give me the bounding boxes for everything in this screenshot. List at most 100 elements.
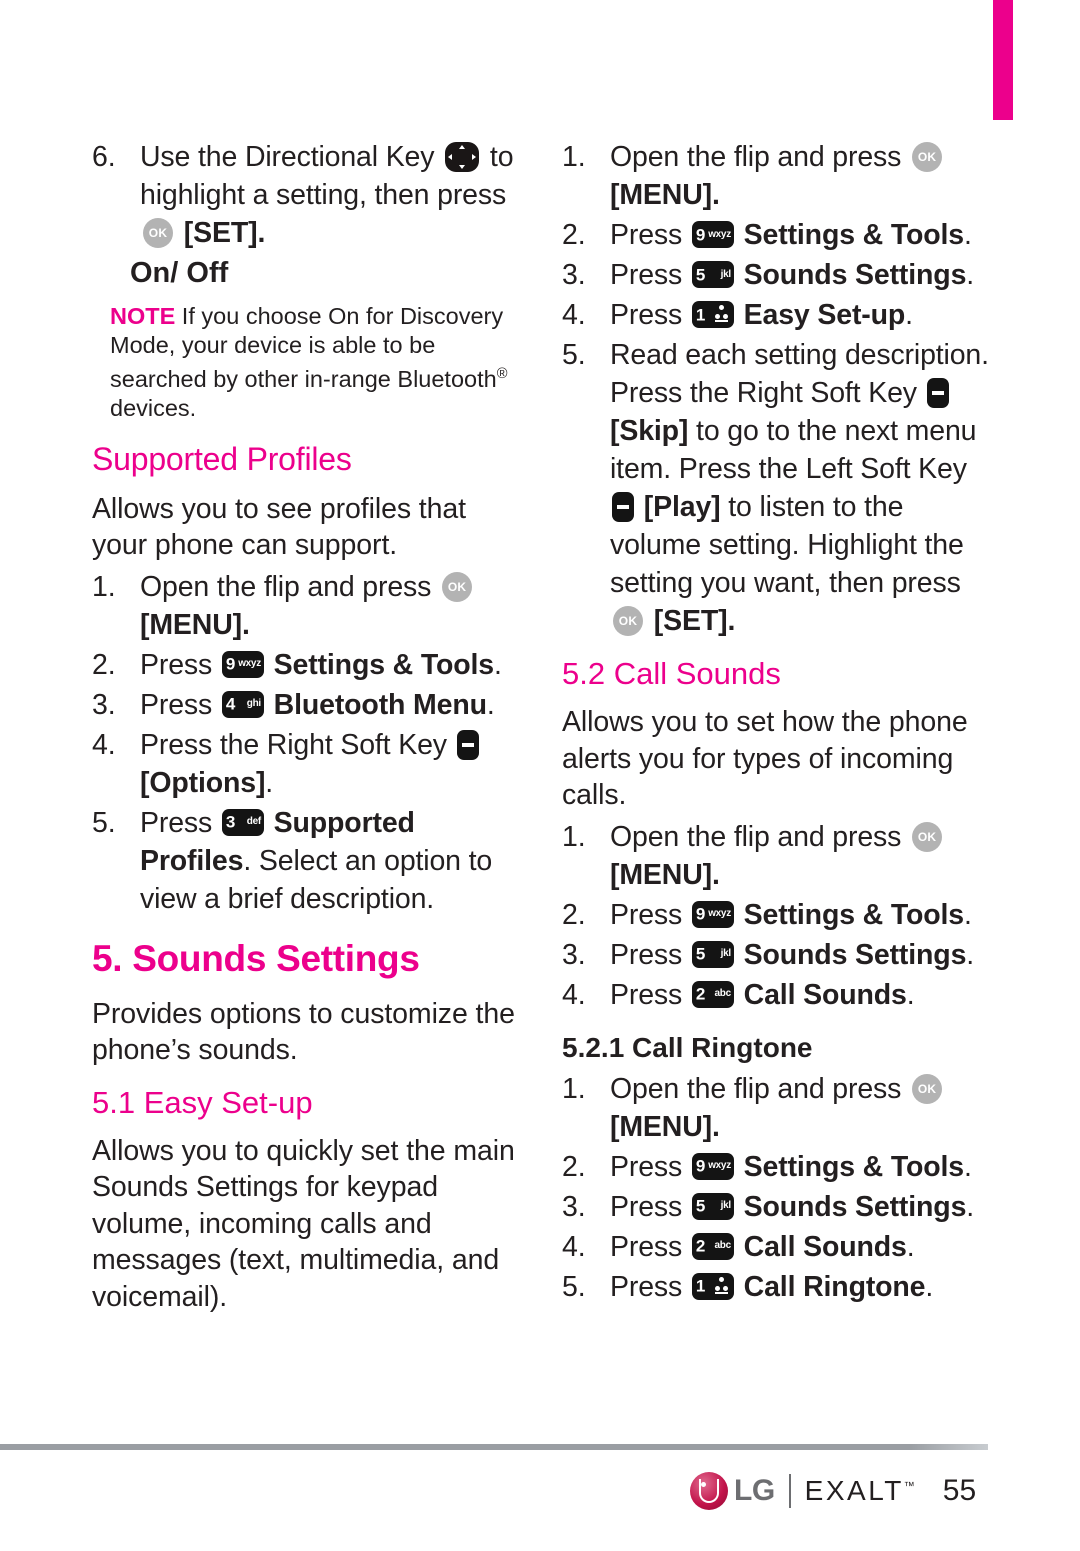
step-bold: Settings & Tools <box>273 648 494 681</box>
step-bold: Bluetooth Menu <box>273 688 487 721</box>
left-column: 6. Use the Directional Key to highlight a… <box>92 138 522 1319</box>
registered-mark: ® <box>496 366 508 382</box>
note-block: NOTE If you choose On for Discovery Mode… <box>92 302 522 423</box>
step-bold: Sounds Settings <box>743 259 967 291</box>
call-sounds-body: Allows you to set how the phone alerts y… <box>562 706 968 811</box>
step-post: . <box>966 1190 975 1223</box>
step-number: 4. <box>562 978 586 1011</box>
keypad-4-icon: 4 ghi <box>221 690 264 718</box>
step-number: 1. <box>562 141 586 173</box>
step-text: Press <box>610 259 683 291</box>
step-post: . <box>906 1230 915 1263</box>
right-column: 1. Open the flip and press [MENU]. 2. Pres… <box>562 138 992 1308</box>
note-label: NOTE <box>110 303 176 329</box>
easy-setup-heading: 5.1 Easy Set-up <box>92 1084 313 1120</box>
step-number: 5. <box>92 806 116 839</box>
list-item: 3. Press 5 jkl Sounds Settings. <box>562 1188 992 1226</box>
list-item: 1. Open the flip and press [MENU]. <box>562 1070 992 1146</box>
product-name-text: EXALT™ <box>804 1475 915 1506</box>
call-ringtone-steps: 1. Open the flip and press [MENU]. 2. Pres… <box>562 1070 992 1306</box>
list-item: 2. Press 9 wxyz Settings & Tools. <box>92 646 522 684</box>
step-number: 3. <box>562 259 586 291</box>
step-text: Press <box>140 806 213 839</box>
call-sounds-heading: 5.2 Call Sounds <box>562 656 781 691</box>
list-item: 5. Press 3 def Supported Profiles. Select … <box>92 804 522 918</box>
step-number: 2. <box>562 1150 586 1183</box>
step-number: 3. <box>562 938 586 971</box>
directional-key-icon <box>445 142 480 172</box>
keypad-9-icon: 9 wxyz <box>221 650 264 678</box>
on-off-heading: On/ Off <box>130 257 229 289</box>
keypad-9-icon: 9 wxyz <box>691 1152 734 1180</box>
lg-brand-text: LG <box>734 1474 775 1507</box>
step-bold: Sounds Settings <box>743 1190 967 1223</box>
step-text: Press <box>610 898 683 931</box>
step-post: . <box>964 1150 972 1183</box>
step-text: Press <box>610 1190 683 1223</box>
ok-key-icon <box>442 571 473 602</box>
step-bold: Settings & Tools <box>743 219 964 251</box>
list-item: 2. Press 9 wxyz Settings & Tools. <box>562 216 992 254</box>
list-item: 2. Press 9 wxyz Settings & Tools. <box>562 1148 992 1186</box>
footer: LG EXALT™ 55 <box>690 1470 976 1512</box>
step-text-c: highlight a setting, then press <box>140 179 507 211</box>
keypad-5-icon: 5 jkl <box>691 261 734 288</box>
trademark-symbol: ™ <box>903 1480 915 1493</box>
step-post: . <box>966 259 975 291</box>
list-item: 4. Press the Right Soft Key [Options]. <box>92 726 522 802</box>
ok-key-icon <box>143 218 173 248</box>
manual-page: 6. Use the Directional Key to highlight a… <box>0 0 1080 1551</box>
list-item: 2. Press 9 wxyz Settings & Tools. <box>562 896 992 934</box>
list-item: 5. Press 1 Call Ringtone. <box>562 1268 992 1306</box>
sounds-settings-heading: 5. Sounds Settings <box>92 937 420 979</box>
step-text: Press <box>140 648 213 681</box>
step-number: 3. <box>562 1190 586 1223</box>
step-text: Press <box>610 978 683 1011</box>
supported-profiles-body: Allows you to see profiles that your pho… <box>92 492 466 562</box>
soft-key-icon <box>612 492 634 522</box>
keypad-2-icon: 2 abc <box>691 1232 734 1260</box>
step-text: Press <box>610 1270 683 1303</box>
easy-setup-body: Allows you to quickly set the main Sound… <box>92 1134 515 1313</box>
soft-key-icon <box>456 729 479 760</box>
keypad-9-icon: 9 wxyz <box>691 221 734 248</box>
step-number: 1. <box>562 820 586 853</box>
keypad-2-icon: 2 abc <box>691 980 734 1008</box>
note-text-tail: devices. <box>110 394 197 421</box>
step-text-a: Use the Directional Key <box>140 141 435 173</box>
step-number: 2. <box>562 219 586 251</box>
step-bold: Call Sounds <box>743 1230 907 1263</box>
list-item: 4. Press 1 Easy Set-up. <box>562 296 992 334</box>
easy-setup-steps: 1. Open the flip and press [MENU]. 2. Pres… <box>562 138 992 640</box>
step-bold: [MENU]. <box>610 858 720 891</box>
ok-key-icon <box>912 142 943 172</box>
keypad-5-icon: 5 jkl <box>691 1192 734 1220</box>
step-number: 1. <box>92 570 116 603</box>
step-bold-skip: [Skip] <box>610 415 689 447</box>
keypad-5-icon: 5 jkl <box>691 940 734 968</box>
step-post: . <box>925 1270 934 1303</box>
step-text: Press <box>610 299 683 331</box>
step-number: 6. <box>92 141 116 173</box>
step-bold: [MENU]. <box>610 1110 720 1143</box>
step-bold-set: [SET]. <box>653 605 736 637</box>
list-item: 1. Open the flip and press [MENU]. <box>562 138 992 214</box>
step-bold: Easy Set-up <box>743 299 906 331</box>
step-bold: [MENU]. <box>140 608 250 641</box>
lg-logo-icon <box>690 1472 728 1510</box>
list-item: 3. Press 5 jkl Sounds Settings. <box>562 936 992 974</box>
step-number: 5. <box>562 339 586 371</box>
ok-key-icon <box>912 1073 943 1104</box>
step-post: . <box>265 766 274 799</box>
list-item: 6. Use the Directional Key to highlight a… <box>92 138 522 252</box>
keypad-1-icon: 1 <box>691 301 734 328</box>
list-item: 4. Press 2 abc Call Sounds. <box>562 1228 992 1266</box>
step-bold: [Options] <box>140 766 266 799</box>
step-post: . <box>486 688 495 721</box>
step-text: Open the flip and press <box>610 820 902 853</box>
step-text: Press <box>610 219 683 251</box>
list-item: 1. Open the flip and press [MENU]. <box>92 568 522 644</box>
step-number: 4. <box>562 299 586 331</box>
keypad-9-icon: 9 wxyz <box>691 900 734 928</box>
step-number: 4. <box>92 728 116 761</box>
